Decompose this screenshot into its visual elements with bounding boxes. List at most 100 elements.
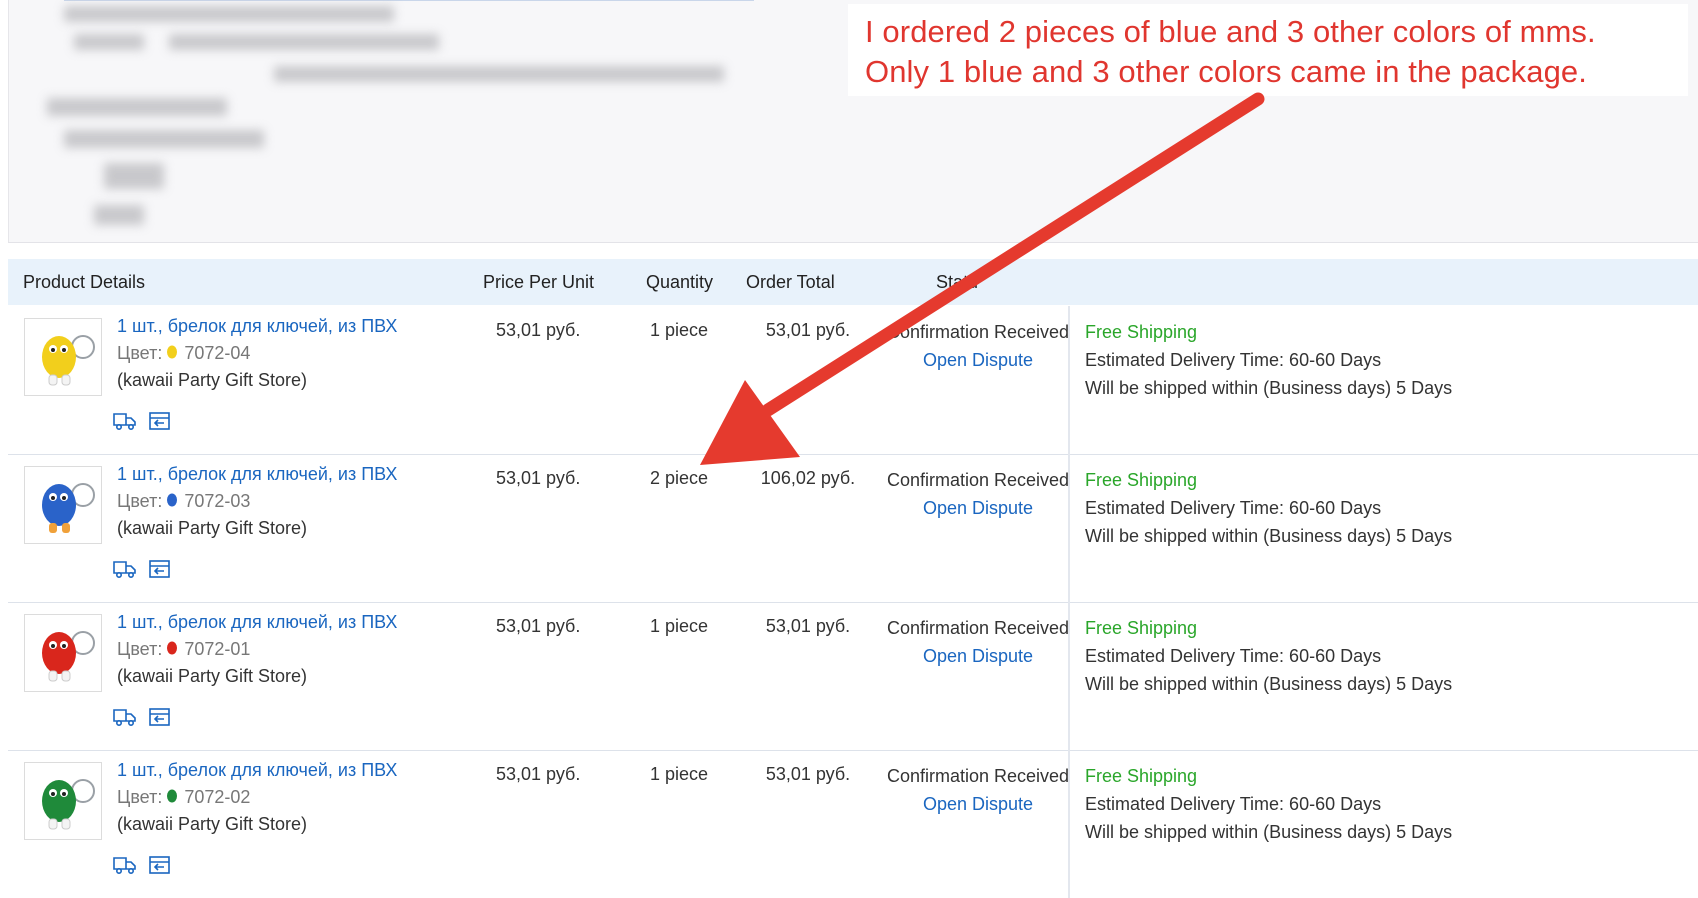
table-row: 1 шт., брелок для ключей, из ПВХ Цвет: 70… [8, 602, 1698, 751]
store-name: (kawaii Party Gift Store) [117, 814, 308, 834]
color-swatch-icon [165, 788, 179, 809]
redacted-text [274, 66, 724, 82]
price-per-unit: 53,01 руб. [496, 468, 581, 488]
color-label: Цвет: [117, 639, 163, 659]
ship-within: Will be shipped within (Business days) 5… [1085, 378, 1453, 398]
product-color: Цвет: 7072-03 [117, 491, 250, 513]
header-price-per-unit: Price Per Unit [483, 272, 595, 292]
quantity: 1 piece [650, 320, 709, 340]
free-shipping-label: Free Shipping [1085, 322, 1198, 342]
product-title-link[interactable]: 1 шт., брелок для ключей, из ПВХ [117, 760, 397, 781]
truck-icon[interactable] [112, 558, 138, 580]
ship-within: Will be shipped within (Business days) 5… [1085, 674, 1453, 694]
color-code: 7072-02 [184, 787, 251, 807]
keychain-figure-image [42, 483, 95, 533]
truck-icon[interactable] [112, 410, 138, 432]
header-quantity: Quantity [646, 272, 714, 292]
annotation-line-1: I ordered 2 pieces of blue and 3 other c… [865, 14, 1596, 49]
store-name: (kawaii Party Gift Store) [117, 370, 308, 390]
product-title-link[interactable]: 1 шт., брелок для ключей, из ПВХ [117, 316, 397, 337]
color-code: 7072-03 [184, 491, 251, 511]
estimated-delivery: Estimated Delivery Time: 60-60 Days [1085, 794, 1382, 814]
status-text: Confirmation Received [886, 470, 1070, 490]
order-total: 53,01 руб. [765, 616, 851, 636]
ship-within: Will be shipped within (Business days) 5… [1085, 526, 1453, 546]
product-color: Цвет: 7072-02 [117, 787, 250, 809]
free-shipping-label: Free Shipping [1085, 470, 1198, 490]
color-swatch-icon [165, 640, 179, 661]
column-divider [1068, 306, 1070, 454]
redacted-text [104, 163, 164, 189]
open-dispute-link[interactable]: Open Dispute [923, 646, 1033, 666]
estimated-delivery: Estimated Delivery Time: 60-60 Days [1085, 646, 1382, 666]
color-label: Цвет: [117, 491, 163, 511]
order-status: Confirmation Received Open Dispute [883, 318, 1073, 374]
color-swatch-icon [165, 492, 179, 513]
redacted-text [64, 130, 264, 148]
annotation-line-2: Only 1 blue and 3 other colors came in t… [865, 54, 1587, 89]
order-status: Confirmation Received Open Dispute [883, 614, 1073, 670]
store-name: (kawaii Party Gift Store) [117, 666, 308, 686]
shipping-info: Free Shipping Estimated Delivery Time: 6… [1085, 614, 1452, 698]
header-status: Statu [936, 272, 979, 292]
price-per-unit: 53,01 руб. [496, 320, 581, 340]
price-per-unit: 53,01 руб. [496, 764, 581, 784]
redacted-text [64, 6, 394, 22]
status-text: Confirmation Received [886, 618, 1070, 638]
redacted-text [169, 34, 439, 50]
redacted-text [94, 205, 144, 225]
quantity: 1 piece [650, 764, 709, 784]
status-text: Confirmation Received [886, 766, 1070, 786]
color-code: 7072-04 [184, 343, 251, 363]
open-dispute-link[interactable]: Open Dispute [923, 498, 1033, 518]
product-thumbnail[interactable] [24, 318, 102, 396]
return-box-icon[interactable] [147, 410, 173, 432]
open-dispute-link[interactable]: Open Dispute [923, 350, 1033, 370]
quantity: 2 piece [650, 468, 709, 488]
product-thumbnail[interactable] [24, 614, 102, 692]
annotation-callout: I ordered 2 pieces of blue and 3 other c… [848, 4, 1688, 96]
truck-icon[interactable] [112, 706, 138, 728]
return-box-icon[interactable] [147, 558, 173, 580]
order-table-header: Product Details Price Per Unit Quantity … [8, 259, 1698, 305]
estimated-delivery: Estimated Delivery Time: 60-60 Days [1085, 350, 1382, 370]
return-box-icon[interactable] [147, 706, 173, 728]
redacted-text [47, 98, 227, 116]
header-order-total: Order Total [746, 272, 835, 292]
quantity: 1 piece [650, 616, 709, 636]
header-product-details: Product Details [23, 272, 146, 292]
color-label: Цвет: [117, 787, 163, 807]
free-shipping-label: Free Shipping [1085, 766, 1198, 786]
redacted-text [74, 34, 144, 50]
table-row: 1 шт., брелок для ключей, из ПВХ Цвет: 70… [8, 306, 1698, 455]
shipping-info: Free Shipping Estimated Delivery Time: 6… [1085, 318, 1452, 402]
keychain-figure-image [42, 631, 95, 682]
shipping-info: Free Shipping Estimated Delivery Time: 6… [1085, 762, 1452, 846]
order-total: 53,01 руб. [765, 764, 851, 784]
estimated-delivery: Estimated Delivery Time: 60-60 Days [1085, 498, 1382, 518]
product-color: Цвет: 7072-04 [117, 343, 250, 365]
product-thumbnail[interactable] [24, 762, 102, 840]
order-total: 106,02 руб. [760, 468, 856, 488]
keychain-figure-image [42, 779, 95, 830]
truck-icon[interactable] [112, 854, 138, 876]
table-row: 1 шт., брелок для ключей, из ПВХ Цвет: 70… [8, 454, 1698, 603]
open-dispute-link[interactable]: Open Dispute [923, 794, 1033, 814]
return-box-icon[interactable] [147, 854, 173, 876]
order-total: 53,01 руб. [765, 320, 851, 340]
ship-within: Will be shipped within (Business days) 5… [1085, 822, 1453, 842]
color-code: 7072-01 [184, 639, 251, 659]
product-title-link[interactable]: 1 шт., брелок для ключей, из ПВХ [117, 612, 397, 633]
product-title-link[interactable]: 1 шт., брелок для ключей, из ПВХ [117, 464, 397, 485]
color-swatch-icon [165, 344, 179, 365]
free-shipping-label: Free Shipping [1085, 618, 1198, 638]
column-divider [1068, 602, 1070, 750]
order-status: Confirmation Received Open Dispute [883, 762, 1073, 818]
price-per-unit: 53,01 руб. [496, 616, 581, 636]
shipping-info: Free Shipping Estimated Delivery Time: 6… [1085, 466, 1452, 550]
keychain-figure-image [42, 335, 95, 386]
store-name: (kawaii Party Gift Store) [117, 518, 308, 538]
product-color: Цвет: 7072-01 [117, 639, 250, 661]
status-text: Confirmation Received [886, 322, 1070, 342]
product-thumbnail[interactable] [24, 466, 102, 544]
